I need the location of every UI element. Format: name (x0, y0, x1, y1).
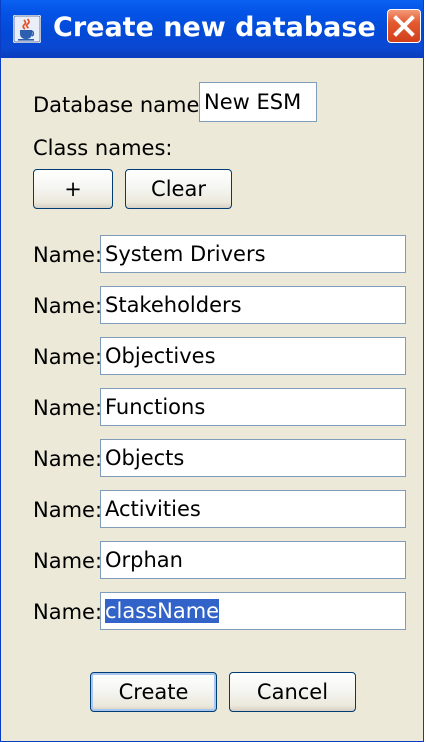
close-button[interactable] (387, 9, 421, 43)
name-label: Name: (33, 243, 103, 267)
create-database-dialog: Create new database Database name: New E… (0, 0, 424, 742)
class-name-field[interactable]: System Drivers (100, 235, 406, 273)
class-name-field[interactable]: Objectives (100, 337, 406, 375)
java-cup-icon (13, 15, 41, 43)
add-class-button[interactable]: + (33, 169, 113, 209)
create-button[interactable]: Create (90, 672, 217, 712)
clear-button[interactable]: Clear (125, 169, 232, 209)
name-label: Name: (33, 345, 103, 369)
class-name-field[interactable]: Stakeholders (100, 286, 406, 324)
name-label: Name: (33, 498, 103, 522)
selected-text[interactable]: className (105, 599, 220, 623)
class-name-field[interactable]: Orphan (100, 541, 406, 579)
name-label: Name: (33, 294, 103, 318)
class-name-field[interactable]: Activities (100, 490, 406, 528)
window-title: Create new database (53, 12, 376, 43)
database-name-label: Database name: (33, 93, 207, 117)
title-bar[interactable]: Create new database (1, 0, 423, 58)
close-icon (393, 15, 415, 37)
database-name-field[interactable]: New ESM (199, 82, 317, 122)
class-names-label: Class names: (33, 136, 173, 160)
name-label: Name: (33, 447, 103, 471)
name-label: Name: (33, 600, 103, 624)
name-label: Name: (33, 396, 103, 420)
cancel-button[interactable]: Cancel (229, 672, 356, 712)
name-label: Name: (33, 549, 103, 573)
class-name-field[interactable]: Objects (100, 439, 406, 477)
class-name-field[interactable]: Functions (100, 388, 406, 426)
class-name-field-focused[interactable]: className (100, 592, 406, 630)
